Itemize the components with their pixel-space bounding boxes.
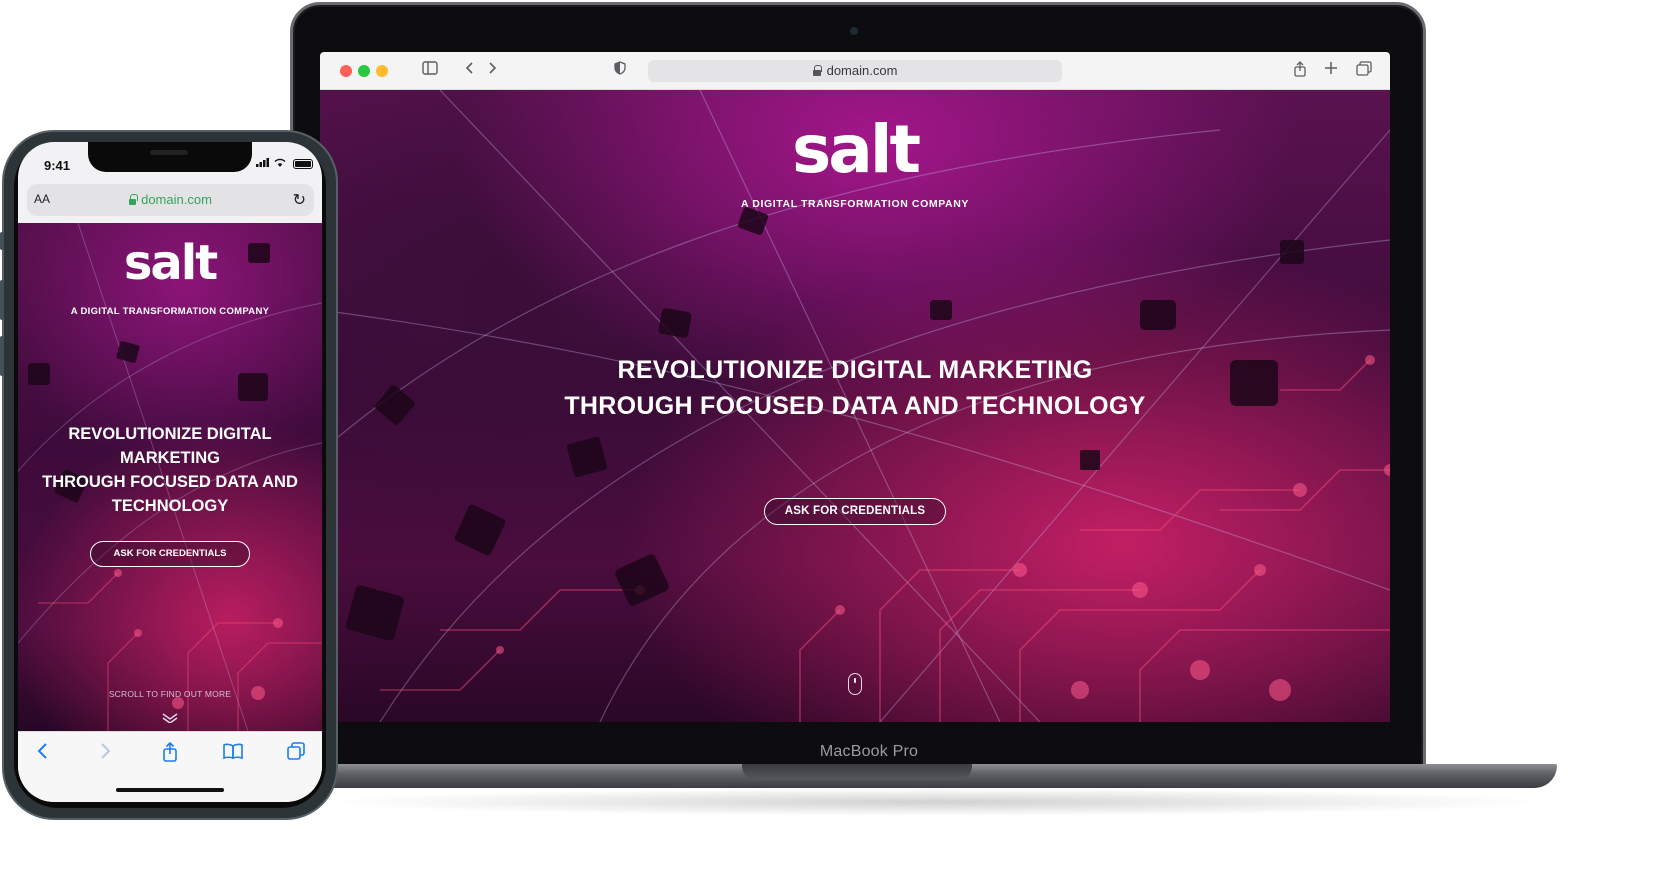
scroll-hint: SCROLL TO FIND OUT MORE [108, 689, 232, 699]
battery-icon [293, 159, 314, 170]
status-time: 9:41 [44, 158, 71, 173]
salt-logo[interactable]: salt [320, 112, 1390, 188]
back-icon[interactable] [32, 742, 54, 764]
mobile-headline-line-4: TECHNOLOGY [111, 497, 229, 515]
tabs-icon[interactable] [285, 742, 307, 764]
hero-headline-line-2: THROUGH FOCUSED DATA AND TECHNOLOGY [564, 392, 1146, 420]
address-bar[interactable]: domain.com [648, 60, 1062, 82]
laptop-shadow [320, 788, 1550, 816]
forward-icon[interactable] [482, 61, 502, 81]
lock-icon [812, 64, 822, 76]
mobile-headline-line-3: THROUGH FOCUSED DATA AND [42, 473, 298, 491]
mobile-address-url: domain.com [141, 192, 212, 207]
reload-icon[interactable]: ↻ [293, 190, 306, 210]
wifi-icon [274, 158, 290, 170]
phone-volume-down-button [0, 336, 4, 376]
share-icon[interactable] [159, 741, 181, 764]
bookmarks-icon[interactable] [222, 742, 244, 764]
scroll-mouse-icon[interactable] [848, 673, 862, 695]
laptop-opening-notch [742, 764, 972, 780]
laptop-screen: domain.com salt A DIGITAL TRANSFORMATION… [320, 52, 1390, 722]
cellular-signal-icon [256, 158, 274, 170]
phone-mute-switch [0, 232, 4, 250]
phone-notch [88, 142, 252, 172]
forward-icon[interactable] [94, 742, 116, 764]
hero-section: salt A DIGITAL TRANSFORMATION COMPANY RE… [320, 90, 1390, 722]
mobile-logo-tagline: A DIGITAL TRANSFORMATION COMPANY [70, 306, 270, 317]
chevron-down-icon[interactable] [162, 713, 178, 729]
mobile-headline-line-1: REVOLUTIONIZE DIGITAL [68, 425, 272, 443]
macbook-model-label: MacBook Pro [819, 743, 919, 760]
mobile-bottom-toolbar [18, 731, 322, 802]
maximize-window-button[interactable] [358, 65, 370, 77]
phone-screen: 9:41 AA domain.com ↻ salt A DIGITAL TRAN… [18, 142, 322, 802]
hero-headline: REVOLUTIONIZE DIGITAL MARKETING THROUGH … [320, 352, 1390, 424]
laptop-chin: MacBook Pro [320, 740, 1418, 764]
mobile-headline-line-2: MARKETING [120, 449, 220, 467]
mobile-address-bar[interactable]: AA domain.com ↻ [27, 184, 314, 216]
home-indicator[interactable] [116, 788, 224, 792]
desktop-browser-toolbar: domain.com [320, 52, 1390, 90]
ask-for-credentials-button[interactable]: ASK FOR CREDENTIALS [764, 498, 946, 525]
mobile-salt-logo[interactable]: salt [18, 235, 322, 291]
tabs-overview-icon[interactable] [1354, 61, 1374, 81]
mobile-hero-section: salt A DIGITAL TRANSFORMATION COMPANY RE… [18, 223, 322, 731]
privacy-shield-icon[interactable] [610, 61, 630, 81]
lock-icon [129, 193, 138, 205]
phone-speaker [150, 150, 188, 155]
back-icon[interactable] [460, 61, 480, 81]
logo-tagline: A DIGITAL TRANSFORMATION COMPANY [740, 198, 970, 210]
mobile-hero-headline: REVOLUTIONIZE DIGITAL MARKETING THROUGH … [32, 422, 308, 518]
phone-volume-up-button [0, 280, 4, 320]
address-url: domain.com [826, 63, 898, 78]
close-window-button[interactable] [340, 65, 352, 77]
new-tab-icon[interactable] [1321, 61, 1341, 81]
mobile-address-url-wrap[interactable]: domain.com [27, 192, 314, 207]
mobile-ask-for-credentials-button[interactable]: ASK FOR CREDENTIALS [90, 541, 250, 567]
status-icons [256, 158, 314, 170]
laptop-camera [850, 27, 858, 35]
sidebar-icon[interactable] [420, 61, 440, 81]
share-icon[interactable] [1290, 61, 1310, 81]
minimize-window-button[interactable] [376, 65, 388, 77]
hero-headline-line-1: REVOLUTIONIZE DIGITAL MARKETING [617, 356, 1093, 384]
